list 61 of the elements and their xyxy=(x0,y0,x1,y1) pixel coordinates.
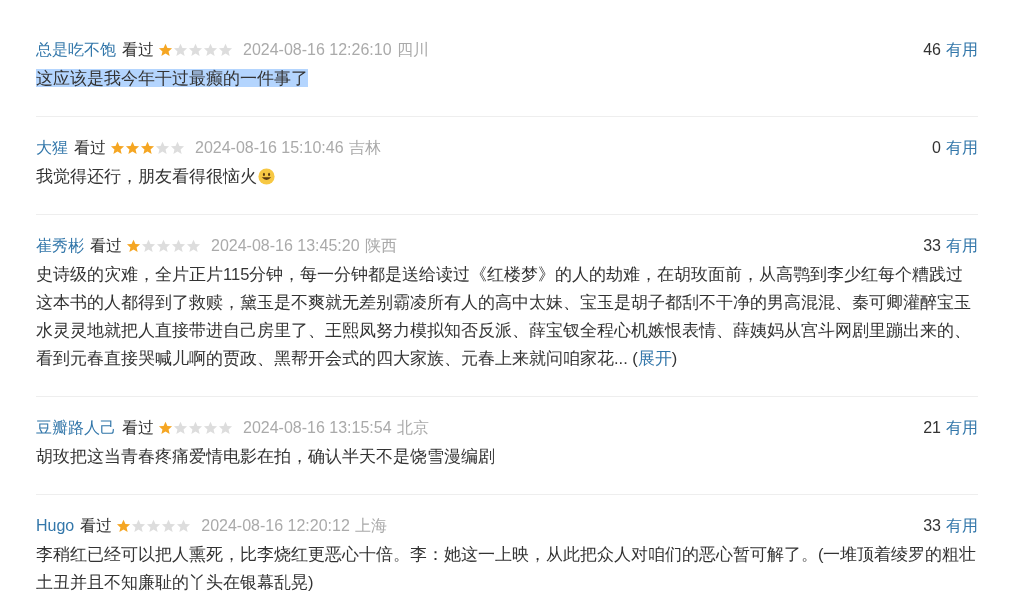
star-icon xyxy=(126,239,141,253)
vote-count: 33 xyxy=(923,236,941,256)
star-icon xyxy=(131,519,147,533)
comment-region: 陕西 xyxy=(364,236,397,256)
comment-text: 这应该是我今年干过最癫的一件事了 xyxy=(36,68,309,89)
useful-link[interactable]: 有用 xyxy=(946,234,978,258)
star-icon xyxy=(203,43,218,57)
vote-count: 46 xyxy=(923,40,941,60)
star-icon xyxy=(156,239,171,253)
comment-time: 2024-08-16 13:15:54 xyxy=(243,418,392,438)
star-icon xyxy=(176,519,192,533)
star-icon xyxy=(186,239,201,253)
watch-status: 看过 xyxy=(122,40,154,60)
vote-count: 33 xyxy=(923,516,941,536)
comment-region: 四川 xyxy=(396,40,429,60)
comment-text: 李稍红已经可以把人熏死，比李烧红更恶心十倍。李：她这一上映，从此把众人对咱们的恶心暂可解了。(一堆顶着绫罗的粗壮土丑并且不知廉耻的丫头在银幕乱晃) xyxy=(36,544,978,593)
star-icon xyxy=(173,421,188,435)
star-icon xyxy=(170,141,185,155)
star-icon xyxy=(116,519,132,533)
comment-text: 史诗级的灾难，全片正片115分钟，每一分钟都是送给读过《红楼梦》的人的劫难，在胡玫面前，从高鹗到李少红每个糟践过这本书的人都得到了救赎，黛玉是不爽就无差别霸凌所有人的高中太妹、宝玉是胡子都刮不干净的男高混混、秦可卿灌醉宝玉水灵灵地就把人直接带进自己房里了、王熙凤努力模拟知否反派、薛宝钗全程心机嫉恨表情、薛姨妈从宫斗网剧里蹦出来的、看到元春直接哭喊儿啊的贾政、黑帮开会式的四大家族、元春上来就问咱家花... (展开) xyxy=(36,264,972,369)
useful-link[interactable]: 有用 xyxy=(946,38,978,62)
expand-link[interactable]: 展开 xyxy=(637,349,672,367)
comment-time: 2024-08-16 12:26:10 xyxy=(243,40,392,60)
star-icon xyxy=(218,421,233,435)
watch-status: 看过 xyxy=(122,418,154,438)
star-icon xyxy=(158,421,173,435)
star-icon xyxy=(218,43,233,57)
watch-status: 看过 xyxy=(74,138,106,158)
vote-count: 21 xyxy=(923,418,941,438)
star-icon xyxy=(141,239,156,253)
star-icon xyxy=(188,43,203,57)
comment-time: 2024-08-16 15:10:46 xyxy=(195,138,344,158)
comment-text: 胡玫把这当青春疼痛爱情电影在拍，确认半天不是饶雪漫编剧 xyxy=(36,446,496,467)
comment-text: 我觉得还行，朋友看得很恼火 xyxy=(36,162,978,190)
star-icon xyxy=(110,141,125,155)
user-link[interactable]: 大猩 xyxy=(36,136,68,160)
star-icon xyxy=(155,141,170,155)
useful-link[interactable]: 有用 xyxy=(946,416,978,440)
comment-region: 上海 xyxy=(354,516,387,536)
comment-time: 2024-08-16 13:45:20 xyxy=(211,236,360,256)
star-icon xyxy=(161,519,177,533)
comment-region: 吉林 xyxy=(348,138,381,158)
useful-link[interactable]: 有用 xyxy=(946,514,978,538)
watch-status: 看过 xyxy=(80,516,113,536)
star-icon xyxy=(158,43,173,57)
star-icon xyxy=(146,519,162,533)
useful-link[interactable]: 有用 xyxy=(946,136,978,160)
user-link[interactable]: Hugo xyxy=(36,514,75,538)
star-icon xyxy=(203,421,218,435)
star-icon xyxy=(125,141,140,155)
watch-status: 看过 xyxy=(90,236,122,256)
star-icon xyxy=(188,421,203,435)
vote-count: 0 xyxy=(932,138,941,158)
user-link[interactable]: 崔秀彬 xyxy=(36,234,84,258)
user-link[interactable]: 总是吃不饱 xyxy=(36,38,116,62)
star-icon xyxy=(173,43,188,57)
user-link[interactable]: 豆瓣路人己 xyxy=(36,416,116,440)
comment-time: 2024-08-16 12:20:12 xyxy=(201,516,350,536)
star-icon xyxy=(140,141,155,155)
star-icon xyxy=(171,239,186,253)
comment-region: 北京 xyxy=(396,418,429,438)
